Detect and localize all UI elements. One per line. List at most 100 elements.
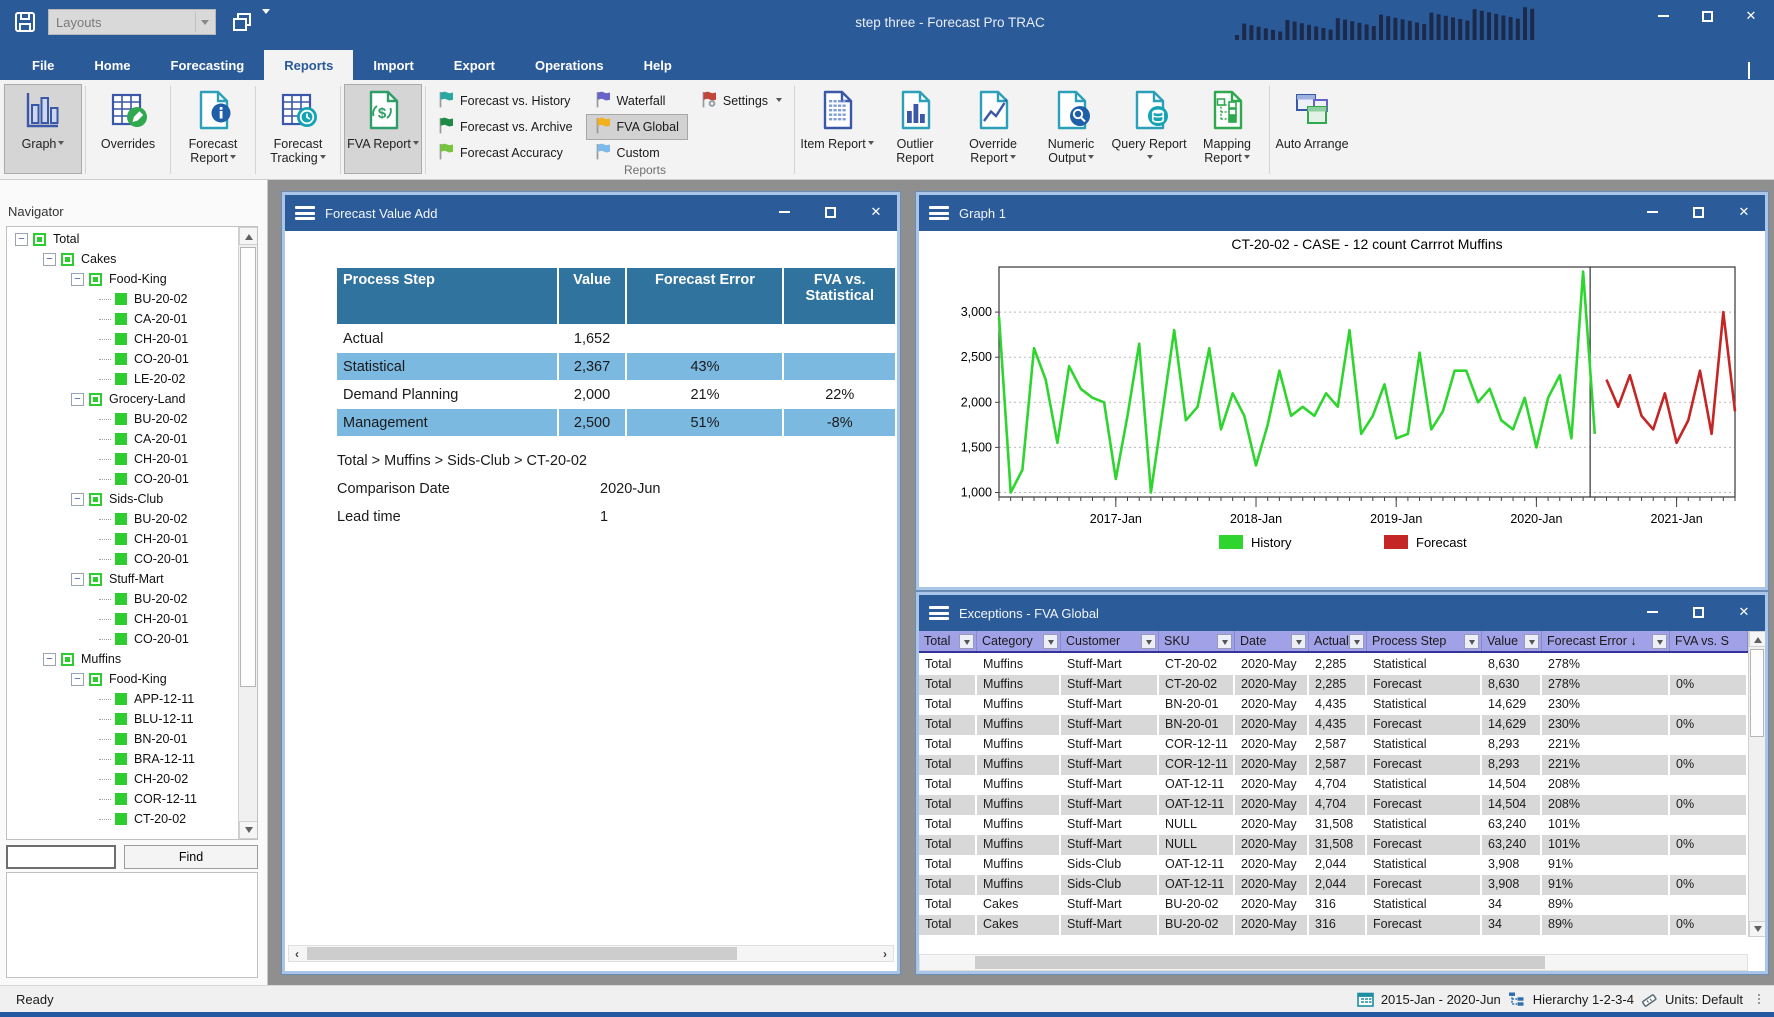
exceptions-row[interactable]: TotalCakesStuff-MartBU-20-022020-May316S… <box>919 895 1748 915</box>
exceptions-hscrollbar[interactable] <box>919 954 1748 971</box>
fva-maximize-button[interactable] <box>815 200 845 224</box>
exceptions-column-header-forecast-error[interactable]: Forecast Error ↓ <box>1542 631 1670 651</box>
tree-collapse-icon[interactable]: − <box>15 233 28 246</box>
tree-scroll-down-button[interactable] <box>239 821 258 839</box>
column-filter-dropdown[interactable] <box>1349 634 1364 649</box>
tree-item-food-king[interactable]: −Food-King <box>7 669 237 689</box>
exceptions-row[interactable]: TotalMuffinsStuff-MartOAT-12-112020-May4… <box>919 775 1748 795</box>
exceptions-scroll-up-button[interactable] <box>1749 631 1765 647</box>
override-report-button[interactable]: Override Report <box>954 84 1032 174</box>
tree-item-ch-20-01[interactable]: CH-20-01 <box>7 449 237 469</box>
window-menu-icon[interactable] <box>295 206 315 220</box>
exceptions-row[interactable]: TotalMuffinsSids-ClubOAT-12-112020-May2,… <box>919 855 1748 875</box>
exceptions-window-titlebar[interactable]: Exceptions - FVA Global ✕ <box>919 595 1765 631</box>
column-filter-dropdown[interactable] <box>1524 634 1539 649</box>
flag-item-fva-global[interactable]: FVA Global <box>586 114 688 140</box>
column-filter-dropdown[interactable] <box>959 634 974 649</box>
tree-scroll-thumb[interactable] <box>240 247 256 687</box>
titlebar-more-button[interactable] <box>262 14 270 29</box>
graph-maximize-button[interactable] <box>1683 200 1713 224</box>
tree-item-blu-12-11[interactable]: BLU-12-11 <box>7 709 237 729</box>
query-report-button[interactable]: Query Report <box>1110 84 1188 174</box>
resize-grip[interactable] <box>1758 994 1760 1004</box>
exceptions-scroll-down-button[interactable] <box>1749 921 1765 937</box>
tree-item-bu-20-02[interactable]: BU-20-02 <box>7 289 237 309</box>
scroll-right-button[interactable]: › <box>877 946 893 961</box>
exceptions-column-header-total[interactable]: Total <box>919 631 977 651</box>
graph-minimize-button[interactable] <box>1637 200 1667 224</box>
numeric-output-button[interactable]: Numeric Output <box>1032 84 1110 174</box>
layouts-dropdown-arrow[interactable] <box>195 12 213 32</box>
exceptions-row[interactable]: TotalMuffinsStuff-MartCOR-12-112020-May2… <box>919 755 1748 775</box>
settings-button[interactable]: Settings <box>692 88 791 114</box>
exceptions-column-header-value[interactable]: Value <box>1482 631 1542 651</box>
column-filter-dropdown[interactable] <box>1652 634 1667 649</box>
tree-item-grocery-land[interactable]: −Grocery-Land <box>7 389 237 409</box>
outlier-report-button[interactable]: Outlier Report <box>876 84 954 174</box>
column-filter-dropdown[interactable] <box>1217 634 1232 649</box>
tab-home[interactable]: Home <box>74 50 150 80</box>
exceptions-row[interactable]: TotalMuffinsStuff-MartBN-20-012020-May4,… <box>919 695 1748 715</box>
tree-collapse-icon[interactable]: − <box>71 393 84 406</box>
exceptions-column-header-actual[interactable]: Actual <box>1309 631 1367 651</box>
switch-windows-button[interactable] <box>228 8 256 36</box>
tree-item-co-20-01[interactable]: CO-20-01 <box>7 629 237 649</box>
graph-close-button[interactable]: ✕ <box>1729 200 1759 224</box>
window-menu-icon[interactable] <box>929 606 949 620</box>
exceptions-column-header-date[interactable]: Date <box>1235 631 1309 651</box>
mapping-report-button[interactable]: Mapping Report <box>1188 84 1266 174</box>
tree-collapse-icon[interactable]: − <box>71 493 84 506</box>
graph-button[interactable]: Graph <box>4 84 82 174</box>
tree-collapse-icon[interactable]: − <box>43 653 56 666</box>
exceptions-vscroll-thumb[interactable] <box>1750 649 1764 737</box>
flag-item-forecast-vs-history[interactable]: Forecast vs. History <box>429 88 582 114</box>
tree-item-total[interactable]: −Total <box>7 229 237 249</box>
tree-item-food-king[interactable]: −Food-King <box>7 269 237 289</box>
tree-item-muffins[interactable]: −Muffins <box>7 649 237 669</box>
layouts-combobox[interactable]: Layouts <box>48 9 216 35</box>
exceptions-vscrollbar[interactable] <box>1748 631 1765 937</box>
tree-scrollbar[interactable] <box>238 227 257 839</box>
exceptions-row[interactable]: TotalMuffinsStuff-MartCT-20-022020-May2,… <box>919 655 1748 675</box>
tree-item-bra-12-11[interactable]: BRA-12-11 <box>7 749 237 769</box>
tree-item-co-20-01[interactable]: CO-20-01 <box>7 549 237 569</box>
tab-reports[interactable]: Reports <box>264 50 353 80</box>
tree-item-cakes[interactable]: −Cakes <box>7 249 237 269</box>
tree-item-bu-20-02[interactable]: BU-20-02 <box>7 509 237 529</box>
tab-help[interactable]: Help <box>624 50 692 80</box>
maximize-button[interactable] <box>1692 4 1722 28</box>
tree-collapse-icon[interactable]: − <box>71 573 84 586</box>
tree-scroll-up-button[interactable] <box>239 227 258 245</box>
scroll-left-button[interactable]: ‹ <box>289 946 305 961</box>
exceptions-row[interactable]: TotalMuffinsSids-ClubOAT-12-112020-May2,… <box>919 875 1748 895</box>
column-filter-dropdown[interactable] <box>1043 634 1058 649</box>
column-filter-dropdown[interactable] <box>1141 634 1156 649</box>
tree-item-app-12-11[interactable]: APP-12-11 <box>7 689 237 709</box>
exceptions-hscroll-thumb[interactable] <box>975 956 1545 969</box>
tree-item-ct-20-02[interactable]: CT-20-02 <box>7 809 237 829</box>
tree-item-bu-20-02[interactable]: BU-20-02 <box>7 409 237 429</box>
minimize-button[interactable] <box>1648 4 1678 28</box>
exceptions-column-header-process-step[interactable]: Process Step <box>1367 631 1482 651</box>
tree-item-bu-20-02[interactable]: BU-20-02 <box>7 589 237 609</box>
tree-collapse-icon[interactable]: − <box>71 273 84 286</box>
save-layout-button[interactable] <box>10 7 40 37</box>
exceptions-minimize-button[interactable] <box>1637 600 1667 624</box>
column-filter-dropdown[interactable] <box>1464 634 1479 649</box>
tree-collapse-icon[interactable]: − <box>71 673 84 686</box>
overrides-button[interactable]: Overrides <box>89 84 167 174</box>
flag-item-waterfall[interactable]: Waterfall <box>586 88 688 114</box>
exceptions-column-header-fva-vs-s[interactable]: FVA vs. S <box>1670 631 1748 651</box>
fva-hscroll-thumb[interactable] <box>307 947 737 960</box>
graph-window-titlebar[interactable]: Graph 1 ✕ <box>919 195 1765 231</box>
exceptions-row[interactable]: TotalMuffinsStuff-MartNULL2020-May31,508… <box>919 815 1748 835</box>
exceptions-row[interactable]: TotalCakesStuff-MartBU-20-022020-May316F… <box>919 915 1748 935</box>
fva-report-button[interactable]: $FVA Report <box>344 84 422 174</box>
forecast-report-button[interactable]: Forecast Report <box>174 84 252 174</box>
exceptions-row[interactable]: TotalMuffinsStuff-MartCT-20-022020-May2,… <box>919 675 1748 695</box>
tree-item-ca-20-01[interactable]: CA-20-01 <box>7 429 237 449</box>
find-input[interactable] <box>6 845 116 869</box>
exceptions-column-header-sku[interactable]: SKU <box>1159 631 1235 651</box>
exceptions-row[interactable]: TotalMuffinsStuff-MartCOR-12-112020-May2… <box>919 735 1748 755</box>
collapse-ribbon-button[interactable] <box>1748 64 1762 74</box>
